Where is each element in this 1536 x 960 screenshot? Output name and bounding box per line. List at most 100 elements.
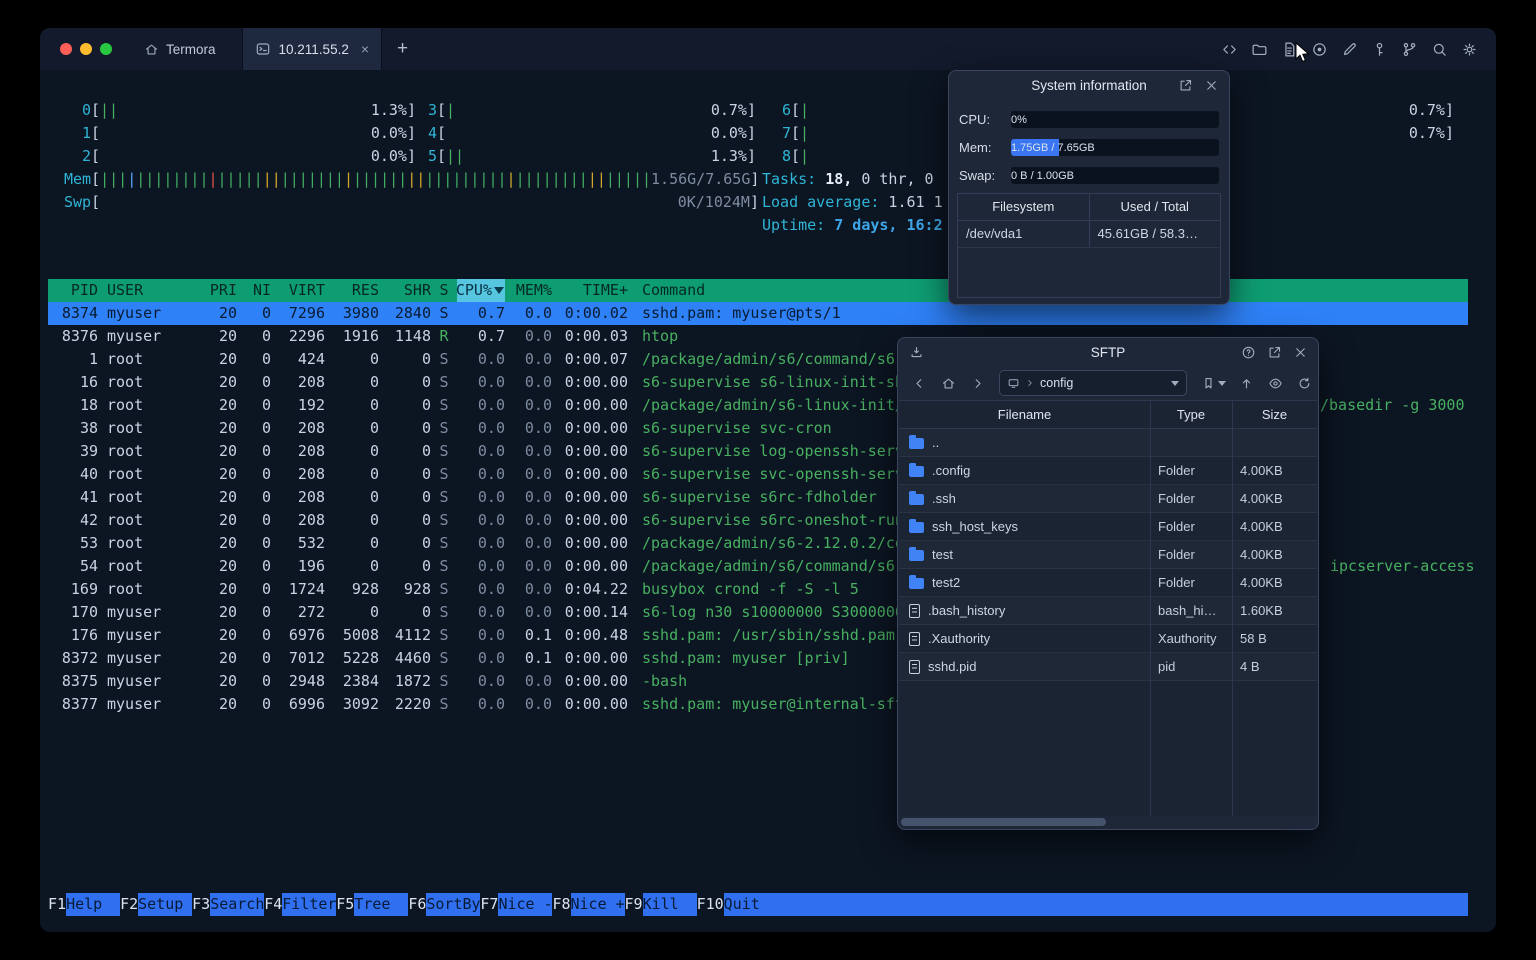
sysinfo-panel-header[interactable]: System information — [949, 71, 1229, 100]
fkey-label-kill[interactable]: Kill — [642, 893, 697, 916]
fkey-label-tree[interactable]: Tree — [354, 893, 409, 916]
pen-icon[interactable] — [1341, 41, 1358, 58]
minimize-window-button[interactable] — [80, 43, 92, 55]
file-row[interactable]: ssh_host_keys Folder 4.00KB — [899, 513, 1317, 541]
fkey-f5[interactable]: F5 — [336, 893, 355, 916]
path-breadcrumb[interactable]: config — [999, 370, 1187, 396]
col-cpu-sorted[interactable]: CPU% — [456, 279, 505, 302]
fkey-label-nice[interactable]: Nice - — [498, 893, 553, 916]
code-icon[interactable] — [1221, 41, 1238, 58]
tasks-count: 18, — [816, 170, 853, 188]
col-mem[interactable]: MEM% — [505, 279, 552, 302]
record-icon[interactable] — [1311, 41, 1328, 58]
fkey-label-filter[interactable]: Filter — [282, 893, 336, 916]
file-table-header[interactable]: Filename Type Size — [899, 400, 1317, 429]
col-shr[interactable]: SHR — [379, 279, 431, 302]
file-row[interactable]: sshd.pid pid 4 B — [899, 653, 1317, 681]
fkey-label-help[interactable]: Help — [66, 893, 121, 916]
tab-session[interactable]: 10.211.55.2 × — [241, 28, 383, 70]
fkey-f10[interactable]: F10 — [696, 893, 724, 916]
git-branch-icon[interactable] — [1401, 41, 1418, 58]
settings-gear-icon[interactable] — [1461, 41, 1478, 58]
col-size[interactable]: Size — [1232, 401, 1317, 428]
tab-home[interactable]: Termora — [128, 28, 242, 70]
process-row[interactable]: 8374 myuser 20 0 7296 3980 2840 S 0.7 0.0 0:00.02 s… — [48, 302, 1468, 325]
close-panel-icon[interactable] — [1204, 78, 1219, 93]
col-type[interactable]: Type — [1150, 401, 1232, 428]
cpu-meter-percent: 0.0% — [370, 124, 407, 142]
file-row[interactable]: .ssh Folder 4.00KB — [899, 485, 1317, 513]
col-pid[interactable]: PID — [48, 279, 98, 302]
filesystem-row[interactable]: /dev/vda1 45.61GB / 58.3… — [958, 221, 1220, 248]
cell-pid: 16 — [79, 373, 98, 391]
fkey-label-sortby[interactable]: SortBy — [426, 893, 481, 916]
close-window-button[interactable] — [60, 43, 72, 55]
fkey-label-search[interactable]: Search — [210, 893, 264, 916]
file-row[interactable]: test2 Folder 4.00KB — [899, 569, 1317, 597]
open-in-window-icon[interactable] — [1178, 78, 1193, 93]
cell-s: S — [439, 373, 449, 391]
cell-cmd: sshd.pam: myuser@pts/1 — [642, 304, 841, 322]
close-tab-icon[interactable]: × — [361, 41, 369, 57]
fkey-label-quit[interactable]: Quit — [723, 893, 778, 916]
col-state[interactable]: S — [431, 279, 457, 302]
close-panel-icon[interactable] — [1293, 345, 1308, 360]
cell-ni: 0 — [261, 304, 271, 322]
file-row[interactable]: .bash_history bash_hi… 1.60KB — [899, 597, 1317, 625]
fkey-f4[interactable]: F4 — [264, 893, 283, 916]
fkey-f3[interactable]: F3 — [192, 893, 211, 916]
refresh-icon[interactable] — [1293, 372, 1315, 394]
col-pri[interactable]: PRI — [201, 279, 237, 302]
bracket: ] — [749, 193, 759, 211]
bracket: [ — [791, 147, 801, 165]
file-icon — [909, 631, 920, 646]
fkey-f1[interactable]: F1 — [48, 893, 67, 916]
col-filename[interactable]: Filename — [899, 401, 1150, 428]
home-icon[interactable] — [937, 372, 959, 394]
file-row[interactable]: .Xauthority Xauthority 58 B — [899, 625, 1317, 653]
forward-icon[interactable] — [966, 372, 988, 394]
file-row[interactable]: .. — [899, 429, 1317, 457]
col-time[interactable]: TIME+ — [552, 279, 628, 302]
cell-res: 0 — [369, 603, 379, 621]
fkey-f8[interactable]: F8 — [552, 893, 571, 916]
col-ni[interactable]: NI — [237, 279, 271, 302]
col-res[interactable]: RES — [325, 279, 379, 302]
command-overflow-fragment: ipcserver-access — [1330, 557, 1475, 575]
title-bar: Termora 10.211.55.2 × + — [40, 28, 1496, 71]
scrollbar-thumb[interactable] — [901, 818, 1106, 826]
preview-eye-icon[interactable] — [1264, 372, 1286, 394]
key-icon[interactable] — [1371, 41, 1388, 58]
horizontal-scrollbar[interactable] — [901, 818, 1315, 826]
fkey-label-setup[interactable]: Setup — [138, 893, 193, 916]
download-icon[interactable] — [909, 338, 924, 367]
fkey-f7[interactable]: F7 — [480, 893, 499, 916]
file-size: 4.00KB — [1240, 463, 1283, 478]
cpu-meter-2: 2[0.0%] — [64, 145, 416, 168]
cell-mem: 0.0 — [524, 465, 552, 483]
new-tab-button[interactable]: + — [382, 38, 423, 60]
col-user[interactable]: USER — [98, 279, 201, 302]
fkey-f2[interactable]: F2 — [120, 893, 139, 916]
bracket: ] — [750, 170, 760, 188]
file-row[interactable]: .config Folder 4.00KB — [899, 457, 1317, 485]
back-icon[interactable] — [908, 372, 930, 394]
up-directory-icon[interactable] — [1235, 372, 1257, 394]
cell-mem: 0.0 — [524, 580, 552, 598]
process-table-header[interactable]: PID USER PRI NI VIRT RES SHR S CPU% MEM%… — [48, 279, 1468, 302]
open-in-window-icon[interactable] — [1267, 345, 1282, 360]
fkey-label-nice[interactable]: Nice + — [570, 893, 625, 916]
folder-icon[interactable] — [1251, 41, 1268, 58]
fkey-f9[interactable]: F9 — [624, 893, 643, 916]
help-icon[interactable] — [1241, 345, 1256, 360]
file-name: test — [932, 547, 953, 562]
cell-time: 0:00.00 — [564, 442, 628, 460]
bookmark-icon[interactable] — [1198, 372, 1228, 394]
fkey-f6[interactable]: F6 — [408, 893, 427, 916]
sftp-panel-header[interactable]: SFTP — [898, 338, 1318, 367]
file-row[interactable]: test Folder 4.00KB — [899, 541, 1317, 569]
col-virt[interactable]: VIRT — [271, 279, 325, 302]
sysinfo-title: System information — [1031, 78, 1147, 93]
search-icon[interactable] — [1431, 41, 1448, 58]
zoom-window-button[interactable] — [100, 43, 112, 55]
